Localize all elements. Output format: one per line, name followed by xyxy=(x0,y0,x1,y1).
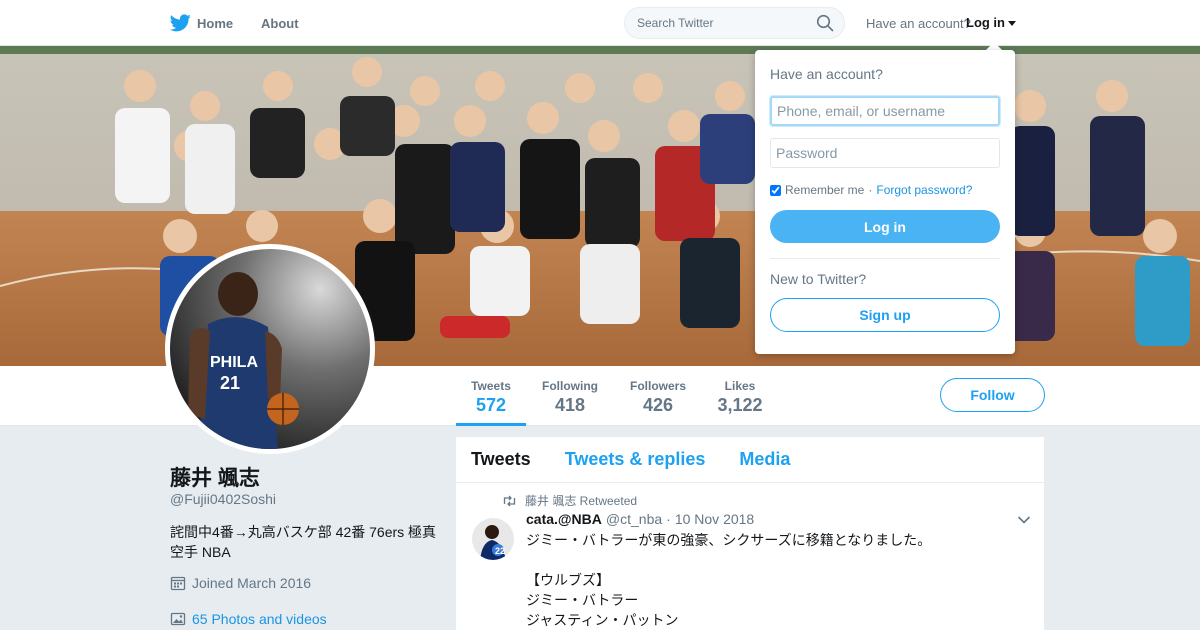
nav-home-label: Home xyxy=(197,15,234,31)
avatar-image: PHILA 21 xyxy=(170,249,370,449)
svg-text:21: 21 xyxy=(220,373,240,393)
stat-following[interactable]: Following 418 xyxy=(534,366,606,426)
twitter-bird-icon xyxy=(170,14,191,32)
retweet-label[interactable]: 藤井 颯志 Retweeted xyxy=(525,492,637,509)
stat-following-value: 418 xyxy=(554,395,586,415)
stat-followers-label: Followers xyxy=(629,379,686,393)
photos-and-videos-link[interactable]: 65 Photos and videos xyxy=(170,611,327,627)
profile-handle[interactable]: @Fujii0402Soshi xyxy=(170,491,276,507)
stat-followers-value: 426 xyxy=(642,395,674,415)
nav-home-link[interactable]: Home xyxy=(170,12,233,34)
tweet-author-handle[interactable]: @ct_nba xyxy=(606,511,662,527)
stat-following-label: Following xyxy=(542,379,598,393)
retweet-context: 藤井 颯志 Retweeted xyxy=(502,492,637,509)
stat-tweets[interactable]: Tweets 572 xyxy=(456,366,526,426)
search-icon[interactable] xyxy=(816,14,834,32)
login-button[interactable]: Log in xyxy=(770,210,1000,243)
forgot-password-link[interactable]: Forgot password? xyxy=(876,183,972,197)
top-navigation-bar: Home About Have an account? Log in xyxy=(0,0,1200,46)
stat-likes-label: Likes xyxy=(724,379,756,393)
remember-row: Remember me · Forgot password? xyxy=(770,183,1000,197)
caret-down-icon xyxy=(1008,20,1016,26)
tweet-text: ジミー・バトラーが東の強豪、シクサーズに移籍となりました。 【ウルブズ】 ジミー… xyxy=(526,532,932,628)
remember-me-checkbox[interactable] xyxy=(770,184,781,196)
stat-tweets-label: Tweets xyxy=(471,379,511,393)
tweet-author-name[interactable]: cata.@NBA xyxy=(526,511,602,527)
remember-me-label[interactable]: Remember me xyxy=(785,183,864,197)
remember-separator: · xyxy=(868,183,873,197)
dropdown-title: Have an account? xyxy=(770,66,883,82)
stat-followers[interactable]: Followers 426 xyxy=(622,366,694,426)
svg-text:PHILA: PHILA xyxy=(210,354,258,371)
retweet-icon xyxy=(503,495,516,506)
follow-button[interactable]: Follow xyxy=(940,378,1045,412)
tab-tweets[interactable]: Tweets xyxy=(471,449,531,470)
image-icon xyxy=(170,612,186,626)
tweet-date[interactable]: 10 Nov 2018 xyxy=(675,511,754,527)
username-field[interactable] xyxy=(770,96,1000,126)
signup-button[interactable]: Sign up xyxy=(770,298,1000,332)
photos-label: 65 Photos and videos xyxy=(192,611,327,627)
profile-avatar[interactable]: PHILA 21 xyxy=(165,244,375,454)
new-to-twitter-text: New to Twitter? xyxy=(770,271,867,287)
tweet-separator: · xyxy=(666,511,671,527)
tab-tweets-and-replies[interactable]: Tweets & replies xyxy=(565,449,706,470)
stat-likes-value: 3,122 xyxy=(717,395,763,415)
timeline-tabs: Tweets Tweets & replies Media xyxy=(456,437,1044,483)
search-input[interactable] xyxy=(624,7,845,39)
joined-label: Joined March 2016 xyxy=(192,575,312,591)
profile-name: 藤井 颯志 xyxy=(170,467,260,490)
stat-likes[interactable]: Likes 3,122 xyxy=(710,366,770,426)
tweet-author-avatar[interactable]: 22 xyxy=(472,518,514,560)
nav-about-link[interactable]: About xyxy=(261,16,299,31)
have-account-text: Have an account? xyxy=(866,16,971,31)
stat-tweets-value: 572 xyxy=(475,395,507,415)
login-dropdown: Have an account? Remember me · Forgot pa… xyxy=(755,50,1015,354)
login-dropdown-toggle[interactable]: Log in xyxy=(966,15,1016,30)
password-field[interactable] xyxy=(770,138,1000,168)
tab-media[interactable]: Media xyxy=(739,449,790,470)
login-label: Log in xyxy=(966,15,1005,30)
dropdown-divider xyxy=(770,258,1000,259)
calendar-icon xyxy=(170,576,186,591)
svg-text:22: 22 xyxy=(495,546,505,556)
joined-date: Joined March 2016 xyxy=(170,575,311,591)
chevron-down-icon[interactable] xyxy=(1017,515,1031,525)
tweet-header: cata.@NBA @ct_nba · 10 Nov 2018 xyxy=(526,511,754,527)
profile-bio: 詫間中4番→丸高バスケ部 42番 76ers 極真空手 NBA xyxy=(170,524,437,560)
